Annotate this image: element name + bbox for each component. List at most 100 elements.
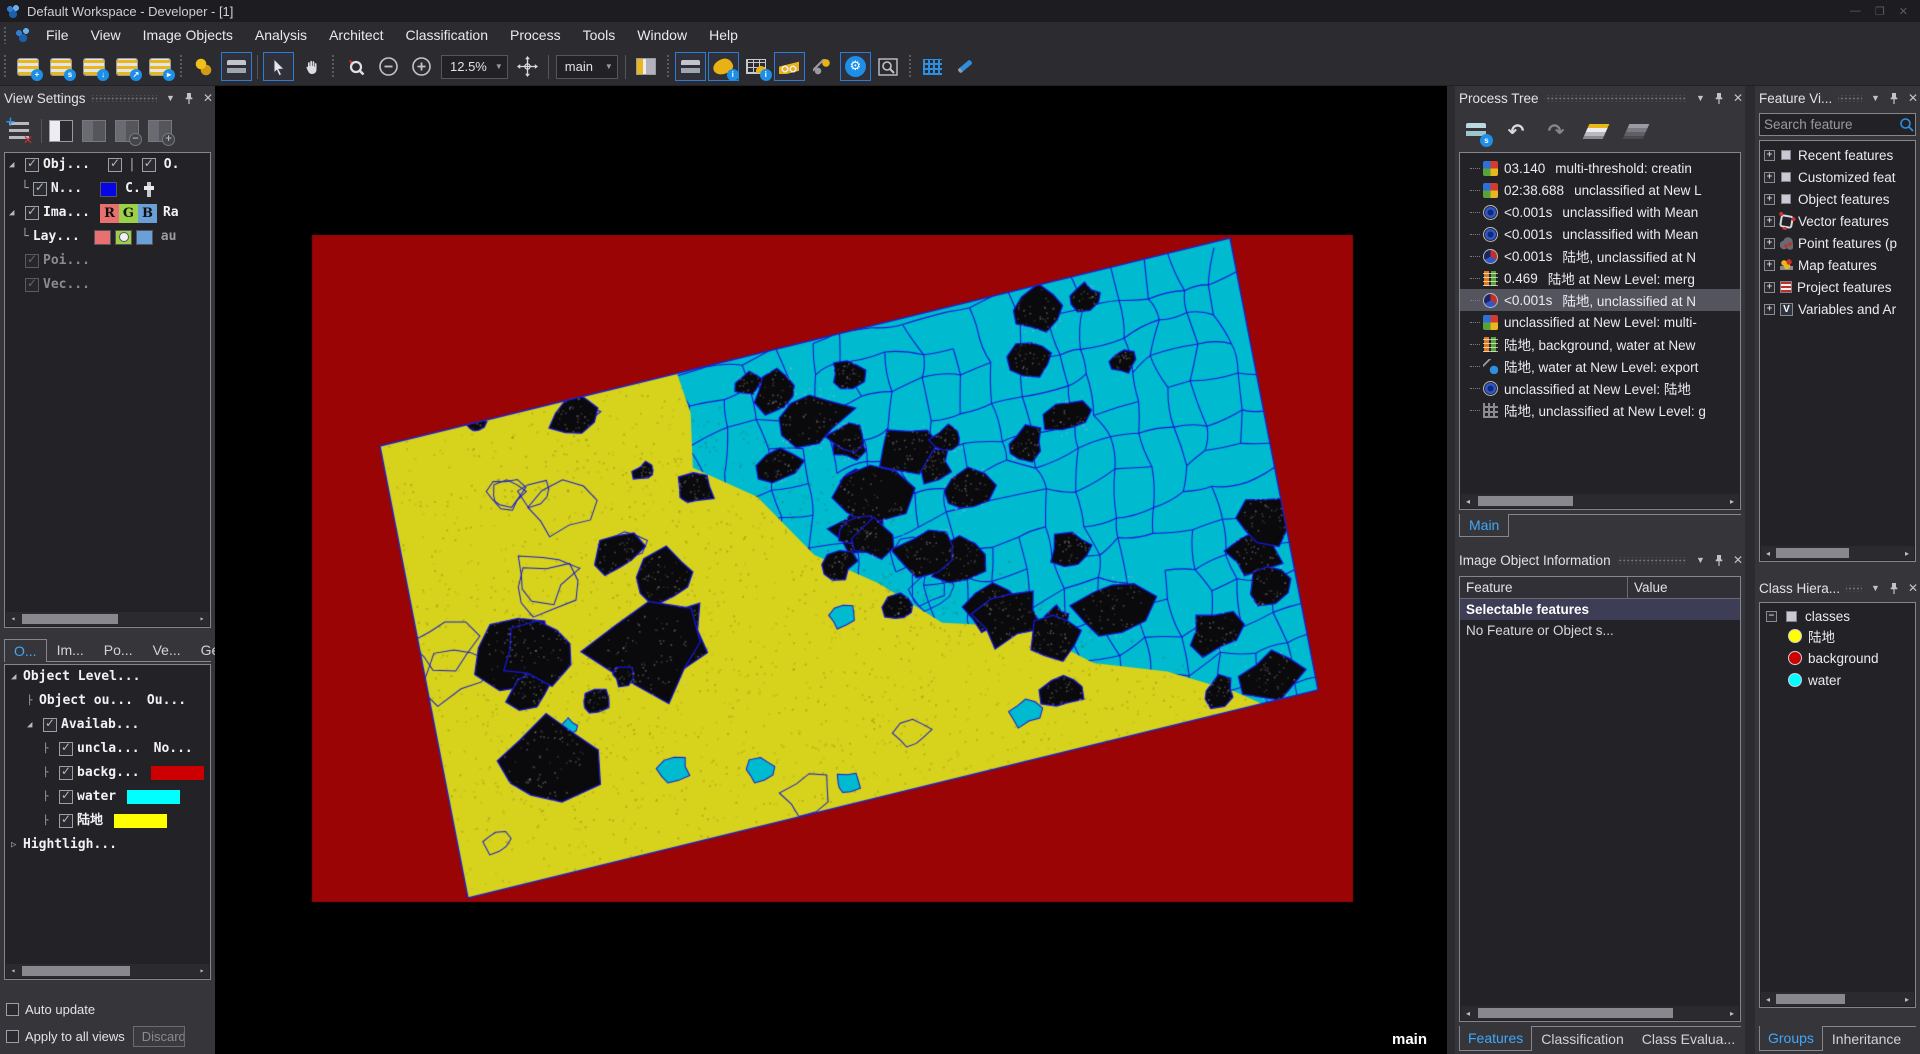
expander-icon[interactable]: ◢ xyxy=(9,203,21,223)
scroll-right-button[interactable]: ▸ xyxy=(1900,995,1914,1004)
process-step[interactable]: <0.001sunclassified with Mean xyxy=(1460,201,1740,223)
edit-highlight-colors-icon[interactable] xyxy=(950,52,981,81)
pan-tool-icon[interactable] xyxy=(296,52,327,81)
feature-group-vector-features[interactable]: +Vector features xyxy=(1760,210,1915,232)
search-icon[interactable] xyxy=(1899,117,1915,132)
scroll-left-button[interactable]: ◂ xyxy=(1761,995,1775,1004)
process-step[interactable]: 0.469陆地 at New Level: merg xyxy=(1460,267,1740,289)
drag-handle[interactable] xyxy=(1846,585,1862,592)
column-feature[interactable]: Feature xyxy=(1460,577,1628,598)
scrollbar-thumb[interactable] xyxy=(22,614,118,624)
close-icon[interactable]: ✕ xyxy=(1733,553,1743,567)
scroll-left-button[interactable]: ◂ xyxy=(6,961,20,981)
remove-pane-icon[interactable]: − xyxy=(112,116,142,146)
classes-root-row[interactable]: − classes xyxy=(1760,603,1915,625)
tab-features[interactable]: Features xyxy=(1459,1026,1532,1051)
transparent-classification-icon[interactable] xyxy=(774,52,805,81)
process-tree-window-icon[interactable] xyxy=(221,52,252,81)
tree-row-object-ou[interactable]: ├Object ou...Ou... xyxy=(5,689,210,713)
object-mean-view-icon[interactable] xyxy=(807,52,838,81)
process-step[interactable]: <0.001sunclassified with Mean xyxy=(1460,223,1740,245)
search-input[interactable] xyxy=(1760,117,1899,132)
tree-row-number[interactable]: └ N... C. xyxy=(5,177,210,201)
scroll-left-button[interactable]: ◂ xyxy=(6,609,20,629)
drag-handle[interactable] xyxy=(92,95,157,102)
tree-row-image[interactable]: ◢ Ima... R G B Ra xyxy=(5,201,210,225)
checkbox[interactable] xyxy=(108,158,122,172)
split-window-icon[interactable] xyxy=(631,52,662,81)
feature-group-variables-and-ar[interactable]: +VVariables and Ar xyxy=(1760,298,1915,320)
tab-inheritance[interactable]: Inheritance xyxy=(1823,1027,1910,1052)
import-scenes-icon[interactable]: ↓ xyxy=(78,52,109,81)
expand-box-icon[interactable]: + xyxy=(1764,238,1775,249)
collapse-icon[interactable]: ▼ xyxy=(1696,93,1705,103)
map-view-select[interactable]: main▼ xyxy=(556,55,618,79)
color-swatch[interactable] xyxy=(94,230,111,245)
expander-icon[interactable]: ◢ xyxy=(9,155,21,175)
delete-processes-icon[interactable] xyxy=(1621,117,1651,145)
expander-icon[interactable]: ◢ xyxy=(27,715,39,735)
create-workspace-icon[interactable]: + xyxy=(12,52,43,81)
pin-icon[interactable] xyxy=(1714,93,1724,104)
expander-icon[interactable]: ▷ xyxy=(11,835,23,855)
pin-icon[interactable] xyxy=(1714,555,1724,566)
drag-handle[interactable] xyxy=(1617,557,1687,564)
tree-row-hightligh[interactable]: ▷Hightligh... xyxy=(5,833,210,857)
duplicate-processes-icon[interactable] xyxy=(1581,117,1611,145)
scrollbar-track[interactable] xyxy=(20,612,195,626)
navigate-icon[interactable] xyxy=(512,52,543,81)
magnifier-window-icon[interactable] xyxy=(873,52,904,81)
panel-splitter[interactable] xyxy=(1447,86,1455,1054)
process-step[interactable]: <0.001s陆地, unclassified at N xyxy=(1460,289,1740,311)
process-step[interactable]: 03.140multi-threshold: creatin xyxy=(1460,157,1740,179)
scrollbar-track[interactable] xyxy=(1775,992,1900,1006)
add-pane-icon[interactable]: + xyxy=(145,116,175,146)
save-process-icon[interactable]: s xyxy=(1461,117,1491,145)
tab-groups[interactable]: Groups xyxy=(1759,1026,1823,1051)
minimize-icon[interactable]: — xyxy=(1850,5,1861,18)
collapse-box-icon[interactable]: − xyxy=(1766,611,1777,622)
save-workspace-icon[interactable]: s xyxy=(45,52,76,81)
close-icon[interactable]: ✕ xyxy=(1908,91,1918,105)
checkbox[interactable] xyxy=(25,206,39,220)
tab-o[interactable]: O... xyxy=(4,639,47,662)
workspace-properties-icon[interactable]: ▸ xyxy=(144,52,175,81)
tree-row-vector[interactable]: Vec... xyxy=(5,273,210,297)
menu-classification[interactable]: Classification xyxy=(395,24,499,46)
menu-help[interactable]: Help xyxy=(698,24,749,46)
scrollbar-track[interactable] xyxy=(1775,546,1900,560)
process-step[interactable]: 02:38.688unclassified at New L xyxy=(1460,179,1740,201)
pin-icon[interactable] xyxy=(1889,93,1899,104)
feature-group-recent-features[interactable]: +Recent features xyxy=(1760,144,1915,166)
zoom-in-icon[interactable] xyxy=(406,52,437,81)
export-results-icon[interactable]: ↗ xyxy=(111,52,142,81)
expand-box-icon[interactable]: + xyxy=(1764,304,1775,315)
collapse-icon[interactable]: ▼ xyxy=(166,93,175,103)
expand-box-icon[interactable]: + xyxy=(1764,150,1775,161)
color-swatch[interactable] xyxy=(136,230,153,245)
scroll-right-button[interactable]: ▸ xyxy=(1900,549,1914,558)
collapse-icon[interactable]: ▼ xyxy=(1871,583,1880,593)
tree-row-backg[interactable]: ├backg... xyxy=(5,761,210,785)
pane-view-icon[interactable] xyxy=(79,116,109,146)
maximize-icon[interactable]: ❐ xyxy=(1875,5,1885,18)
green-channel-swatch[interactable]: G xyxy=(119,204,138,223)
tab-classification[interactable]: Classification xyxy=(1532,1027,1632,1052)
tab-class-evalua[interactable]: Class Evalua... xyxy=(1633,1027,1744,1052)
expand-box-icon[interactable]: + xyxy=(1764,216,1775,227)
checkbox[interactable] xyxy=(59,766,73,780)
checkbox[interactable] xyxy=(59,790,73,804)
collapse-icon[interactable]: ▼ xyxy=(1871,93,1880,103)
expander-icon[interactable]: ◢ xyxy=(11,667,23,687)
process-step[interactable]: 陆地, unclassified at New Level: g xyxy=(1460,399,1740,421)
class-item-background[interactable]: background xyxy=(1782,647,1915,669)
scroll-left-button[interactable]: ◂ xyxy=(1761,549,1775,558)
scrollbar-thumb[interactable] xyxy=(1776,548,1849,558)
pixel-view-icon[interactable]: i xyxy=(741,52,772,81)
checkbox[interactable] xyxy=(25,158,39,172)
process-step[interactable]: 陆地, water at New Level: export xyxy=(1460,355,1740,377)
tab-ve[interactable]: Ve... xyxy=(143,638,191,661)
menu-image-objects[interactable]: Image Objects xyxy=(132,24,244,46)
checkbox[interactable] xyxy=(25,254,39,268)
tree-row-object-level[interactable]: ◢Object Level... xyxy=(5,665,210,689)
